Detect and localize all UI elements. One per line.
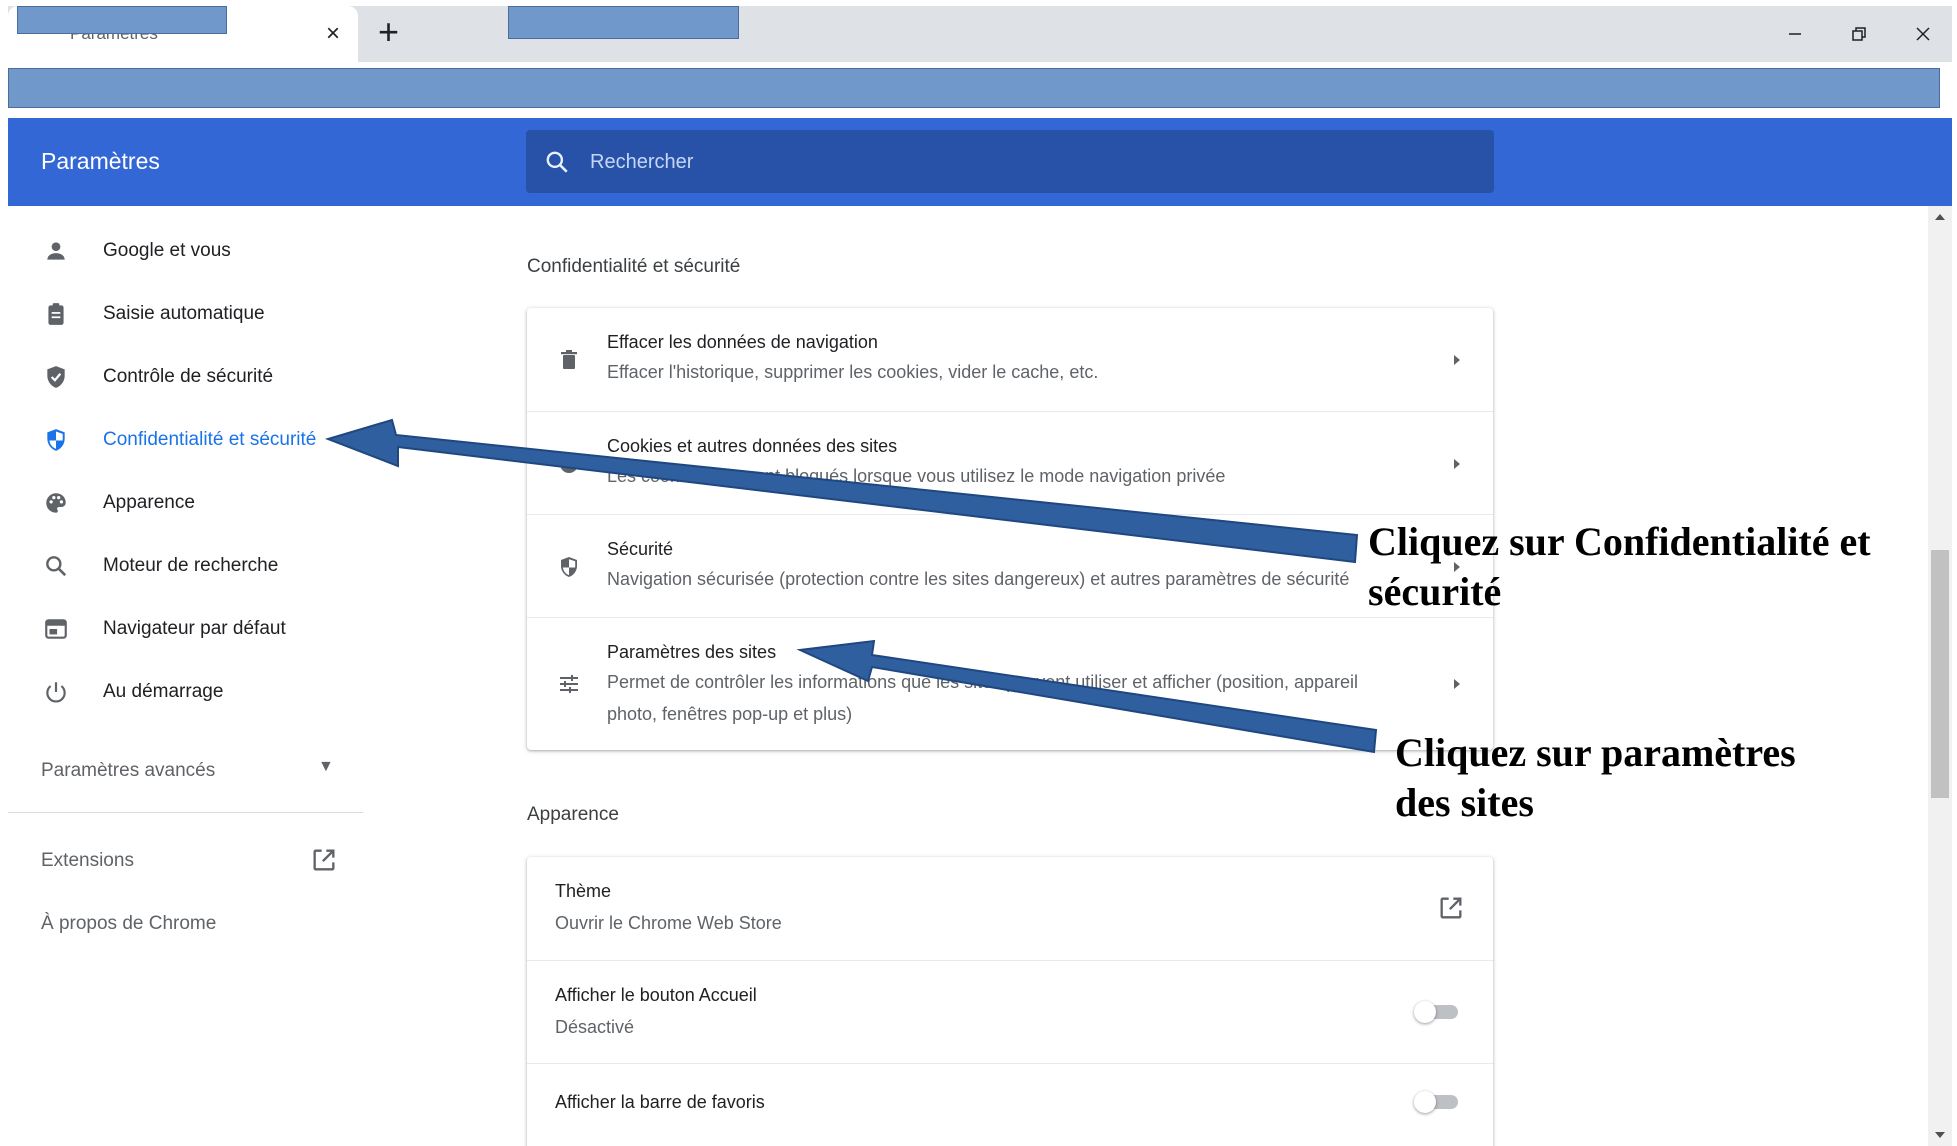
sidebar-item-label: Navigateur par défaut [103,618,286,639]
sidebar-divider [8,812,363,813]
callout-site-settings: Cliquez sur paramètres des sites [1395,728,1796,828]
row-subtitle: Effacer l'historique, supprimer les cook… [607,362,1099,382]
row-title: Paramètres des sites [607,642,777,662]
appearance-section-title: Apparence [527,804,619,825]
search-box[interactable] [526,130,1494,193]
advanced-settings-label: Paramètres avancés [41,760,216,781]
close-icon [1916,27,1930,41]
bookmarks-bar-toggle[interactable] [1414,1091,1460,1113]
tune-icon [555,670,583,698]
new-tab-button[interactable]: + [378,14,399,50]
tab-strip: Paramètres × + [8,6,1952,62]
home-button-toggle[interactable] [1414,1001,1460,1023]
sidebar-item-label: Au démarrage [103,681,224,702]
cookies-row[interactable]: Cookies et autres données des sites Les … [527,411,1493,514]
cookie-icon [555,450,583,478]
sidebar-item-default-browser[interactable]: Navigateur par défaut [8,600,363,656]
row-subtitle: Désactivé [555,1017,635,1037]
scrollbar[interactable] [1928,206,1952,1146]
callout-privacy-line1: Cliquez sur Confidentialité et [1368,519,1871,564]
about-chrome-label: À propos de Chrome [41,913,217,934]
arrow-right-icon [1454,679,1460,689]
bookmarks-bar-row[interactable]: Afficher la barre de favoris [527,1063,1493,1143]
shield-icon [41,425,71,455]
row-title: Afficher le bouton Accueil [555,985,757,1005]
row-subtitle: Permet de contrôler les informations que… [607,672,1359,724]
clipboard-icon [41,299,71,329]
privacy-section-title: Confidentialité et sécurité [527,256,741,277]
sidebar-item-startup[interactable]: Au démarrage [8,663,363,719]
open-in-new-icon [313,849,335,871]
callout-site-settings-line1: Cliquez sur paramètres [1395,730,1796,775]
row-title: Sécurité [607,539,674,559]
callout-privacy: Cliquez sur Confidentialité et sécurité [1368,517,1871,617]
extensions-link[interactable]: Extensions [8,836,363,886]
sidebar-item-privacy[interactable]: Confidentialité et sécurité [8,411,363,467]
row-title: Cookies et autres données des sites [607,436,898,456]
row-title: Thème [555,881,612,901]
clear-browsing-data-row[interactable]: Effacer les données de navigation Efface… [527,308,1493,411]
caret-down-icon: ▼ [318,758,334,775]
callout-site-settings-line2: des sites [1395,780,1534,825]
search-icon [41,551,71,581]
sidebar-item-label: Google et vous [103,240,231,261]
advanced-settings-toggle[interactable]: Paramètres avancés ▼ [8,746,363,796]
sidebar-item-appearance[interactable]: Apparence [8,474,363,530]
sidebar-item-label: Moteur de recherche [103,555,279,576]
minimize-button[interactable] [1775,16,1815,52]
row-subtitle: Ouvrir le Chrome Web Store [555,913,782,933]
sidebar: Google et vous Saisie automatique Contrô… [8,206,363,1146]
row-title: Effacer les données de navigation [607,332,878,352]
extensions-label: Extensions [41,850,134,871]
appearance-card: Thème Ouvrir le Chrome Web Store Affiche… [527,857,1493,1146]
restore-icon [1852,27,1866,41]
close-window-button[interactable] [1903,16,1943,52]
shield-icon [555,553,583,581]
tab-close-icon[interactable]: × [326,20,340,48]
search-input[interactable] [590,144,1470,180]
sidebar-item-label: Confidentialité et sécurité [103,429,317,450]
arrow-right-icon [1454,355,1460,365]
theme-row[interactable]: Thème Ouvrir le Chrome Web Store [527,857,1493,960]
settings-header: Paramètres [8,118,1952,206]
row-subtitle: Les cookies tiers sont bloqués lorsque v… [607,466,1226,486]
power-icon [41,677,71,707]
palette-icon [41,488,71,518]
trash-icon [555,346,583,374]
sidebar-item-label: Saisie automatique [103,303,265,324]
minimize-icon [1789,33,1801,35]
open-in-new-icon [1440,897,1462,919]
row-subtitle: Navigation sécurisée (protection contre … [607,569,1350,589]
sidebar-item-label: Contrôle de sécurité [103,366,274,387]
sidebar-item-search-engine[interactable]: Moteur de recherche [8,537,363,593]
sidebar-item-safety-check[interactable]: Contrôle de sécurité [8,348,363,404]
about-chrome-link[interactable]: À propos de Chrome [8,899,363,949]
redaction-address-bar [8,68,1940,108]
scroll-up-icon[interactable] [1935,214,1945,220]
search-icon [546,151,568,173]
browser-icon [41,614,71,644]
callout-privacy-line2: sécurité [1368,569,1502,614]
security-row[interactable]: Sécurité Navigation sécurisée (protectio… [527,514,1493,617]
sidebar-item-autofill[interactable]: Saisie automatique [8,285,363,341]
page-title: Paramètres [41,148,160,174]
toggle-thumb [1414,1091,1436,1113]
redaction-tabstrip [508,6,739,39]
sidebar-item-label: Apparence [103,492,195,513]
row-title: Afficher la barre de favoris [555,1092,765,1112]
arrow-right-icon [1454,459,1460,469]
scroll-down-icon[interactable] [1935,1132,1945,1138]
toggle-thumb [1414,1001,1436,1023]
person-icon [41,236,71,266]
home-button-row[interactable]: Afficher le bouton Accueil Désactivé [527,960,1493,1063]
shield-check-icon [41,362,71,392]
sidebar-item-google[interactable]: Google et vous [8,222,363,278]
redaction-tab [17,6,227,34]
site-settings-row[interactable]: Paramètres des sites Permet de contrôler… [527,617,1493,750]
privacy-card: Effacer les données de navigation Efface… [527,308,1493,750]
scrollbar-thumb[interactable] [1931,550,1949,798]
restore-button[interactable] [1839,16,1879,52]
